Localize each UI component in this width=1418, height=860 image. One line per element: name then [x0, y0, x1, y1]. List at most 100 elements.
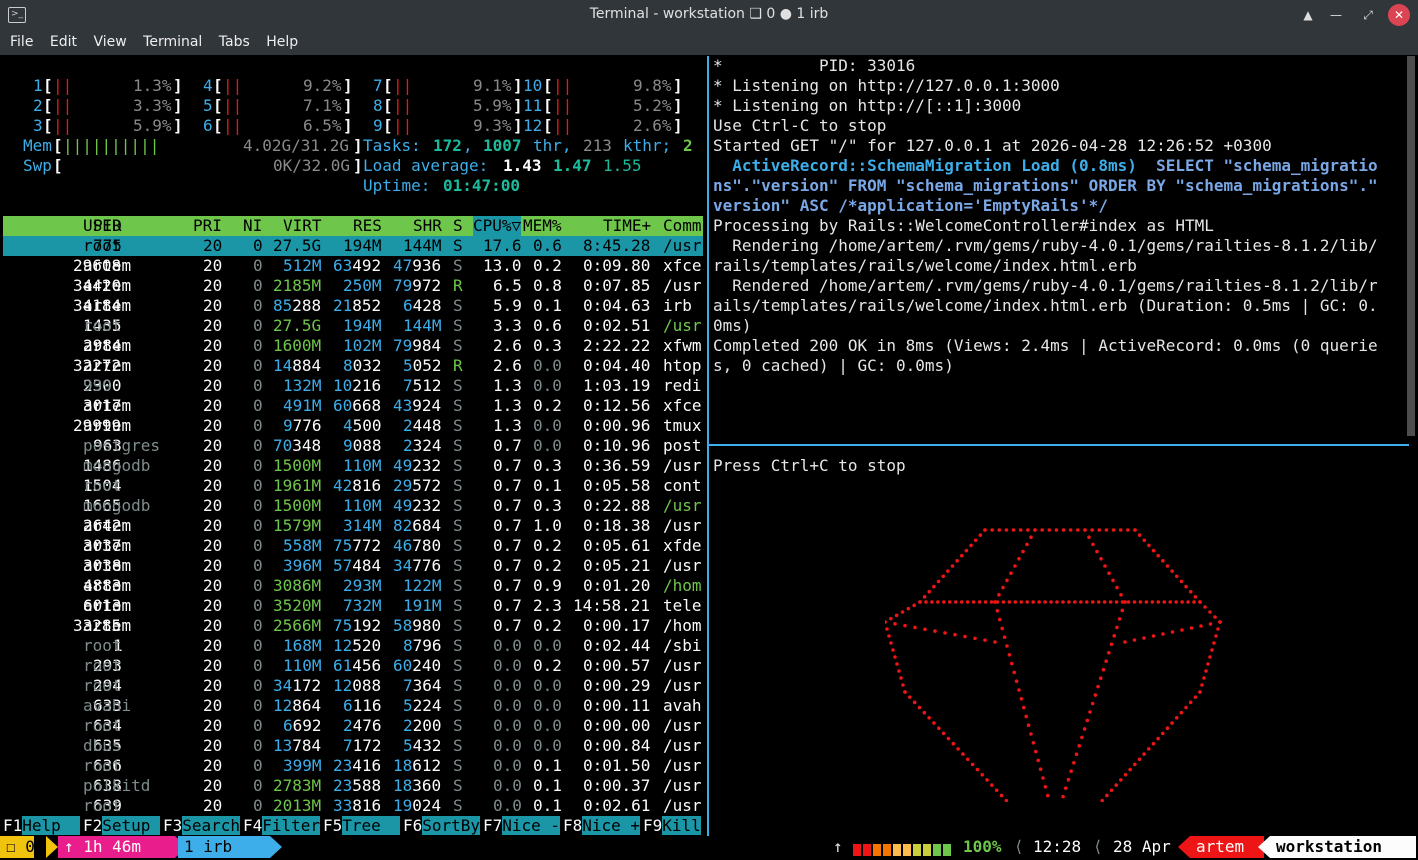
process-cell[interactable]: 6.5	[493, 276, 522, 296]
process-cell[interactable]: 7364	[403, 676, 442, 696]
process-cell[interactable]: 27.5G	[273, 316, 321, 336]
process-cell[interactable]: /usr	[663, 516, 702, 536]
process-cell[interactable]: /usr	[663, 316, 702, 336]
process-cell[interactable]: 14884	[273, 356, 321, 376]
process-cell[interactable]: 0.0	[493, 736, 522, 756]
process-cell[interactable]: S	[453, 676, 463, 696]
process-cell[interactable]: 0.0	[533, 416, 562, 436]
process-cell[interactable]: 20	[203, 696, 222, 716]
process-cell[interactable]: 0.1	[533, 796, 562, 816]
process-cell[interactable]: 1.0	[533, 516, 562, 536]
column-header-5[interactable]: RES	[353, 216, 382, 236]
process-cell[interactable]: /usr	[663, 716, 702, 736]
process-cell[interactable]: 0.7	[493, 536, 522, 556]
process-cell[interactable]: 0.1	[533, 476, 562, 496]
process-cell[interactable]: 4500	[343, 416, 382, 436]
process-cell[interactable]: 0.0	[533, 696, 562, 716]
process-cell[interactable]: root	[83, 796, 122, 816]
process-cell[interactable]: 0	[253, 596, 263, 616]
process-cell[interactable]: S	[453, 296, 463, 316]
scrollbar-thumb[interactable]	[1407, 56, 1415, 436]
process-cell[interactable]: 0	[253, 676, 263, 696]
process-cell[interactable]: 0	[253, 636, 263, 656]
column-header-9[interactable]: MEM%	[523, 216, 562, 236]
process-cell[interactable]: 999	[83, 376, 112, 396]
process-cell[interactable]: 0.0	[533, 716, 562, 736]
process-cell[interactable]: /usr	[663, 656, 702, 676]
process-cell[interactable]: 9776	[283, 416, 322, 436]
process-cell[interactable]: /sbi	[663, 636, 702, 656]
process-cell[interactable]: 0	[253, 296, 263, 316]
process-cell[interactable]: 399M	[283, 756, 322, 776]
process-cell[interactable]: root	[83, 656, 122, 676]
process-cell[interactable]: /usr	[663, 456, 702, 476]
process-cell[interactable]: dbus	[83, 736, 122, 756]
process-cell[interactable]: 57484	[333, 556, 381, 576]
process-cell[interactable]: 2.6	[493, 356, 522, 376]
process-cell[interactable]: 0.9	[533, 576, 562, 596]
menu-tabs[interactable]: Tabs	[214, 30, 255, 50]
process-cell[interactable]: 0:00.37	[583, 776, 650, 796]
process-cell[interactable]: artem	[83, 256, 131, 276]
fkey-f2[interactable]: F2Setup	[83, 816, 161, 836]
process-cell[interactable]: 314M	[343, 516, 382, 536]
process-cell[interactable]: postgres	[83, 436, 160, 456]
process-cell[interactable]: 396M	[283, 556, 322, 576]
window-titlebar[interactable]: >_ Terminal - workstation ❑ 0 ● 1 irb ▲ …	[0, 0, 1418, 30]
process-cell[interactable]: 0	[253, 716, 263, 736]
process-cell[interactable]: artem	[83, 536, 131, 556]
process-cell[interactable]: 0	[253, 416, 263, 436]
process-cell[interactable]: polkitd	[83, 776, 150, 796]
process-cell[interactable]: 1600M	[273, 336, 321, 356]
process-cell[interactable]: S	[453, 576, 463, 596]
process-cell[interactable]: 0	[253, 376, 263, 396]
process-cell[interactable]: 9088	[343, 436, 382, 456]
process-cell[interactable]: 558M	[283, 536, 322, 556]
terminal-area[interactable]: 1[|| 1.3%] 2[|| 3.3%] 3[|| 5.9%] 4[|| 9.2%] 5[||…	[0, 56, 1418, 859]
process-cell[interactable]: 60668	[333, 396, 381, 416]
process-cell[interactable]: 0.7	[493, 576, 522, 596]
process-cell[interactable]: 20	[203, 356, 222, 376]
process-cell[interactable]: 1579M	[273, 516, 321, 536]
pane-divider-vertical[interactable]	[707, 56, 709, 836]
process-cell[interactable]: 0:04.63	[583, 296, 650, 316]
process-cell[interactable]: redi	[663, 376, 702, 396]
maximize-icon[interactable]: ⤢	[1358, 5, 1378, 25]
process-cell[interactable]: 168M	[283, 636, 322, 656]
process-cell[interactable]: 2566M	[273, 616, 321, 636]
process-cell[interactable]: /usr	[663, 236, 702, 256]
column-header-4[interactable]: VIRT	[283, 216, 322, 236]
process-cell[interactable]: tele	[663, 596, 702, 616]
process-cell[interactable]: 2013M	[273, 796, 321, 816]
process-cell[interactable]: 0	[253, 796, 263, 816]
process-cell[interactable]: S	[453, 316, 463, 336]
process-cell[interactable]: 0	[253, 456, 263, 476]
process-cell[interactable]: S	[453, 556, 463, 576]
process-cell[interactable]: /usr	[663, 756, 702, 776]
process-cell[interactable]: 0	[253, 336, 263, 356]
process-cell[interactable]: 63492	[333, 256, 381, 276]
process-cell[interactable]: 0:00.29	[583, 676, 650, 696]
process-cell[interactable]: 0:05.21	[583, 556, 650, 576]
process-cell[interactable]: 20	[203, 756, 222, 776]
process-cell[interactable]: 0.2	[533, 556, 562, 576]
process-cell[interactable]: 0	[253, 736, 263, 756]
process-cell[interactable]: 0:22.88	[583, 496, 650, 516]
process-cell[interactable]: 144M	[403, 236, 442, 256]
process-cell[interactable]: xfce	[663, 256, 702, 276]
fkey-f7[interactable]: F7Nice -	[483, 816, 561, 836]
process-cell[interactable]: 46780	[393, 536, 441, 556]
process-cell[interactable]: 23416	[333, 756, 381, 776]
process-cell[interactable]: 0:04.40	[583, 356, 650, 376]
process-cell[interactable]: 2476	[343, 716, 382, 736]
process-cell[interactable]: 0.0	[493, 636, 522, 656]
process-cell[interactable]: 0:05.61	[583, 536, 650, 556]
process-cell[interactable]: /usr	[663, 676, 702, 696]
process-cell[interactable]: 0.7	[493, 436, 522, 456]
process-cell[interactable]: R	[453, 276, 463, 296]
process-cell[interactable]: 0:00.96	[583, 416, 650, 436]
process-cell[interactable]: 0.0	[493, 756, 522, 776]
process-cell[interactable]: 1.3	[493, 396, 522, 416]
process-cell[interactable]: avah	[663, 696, 702, 716]
process-cell[interactable]: 491M	[283, 396, 322, 416]
